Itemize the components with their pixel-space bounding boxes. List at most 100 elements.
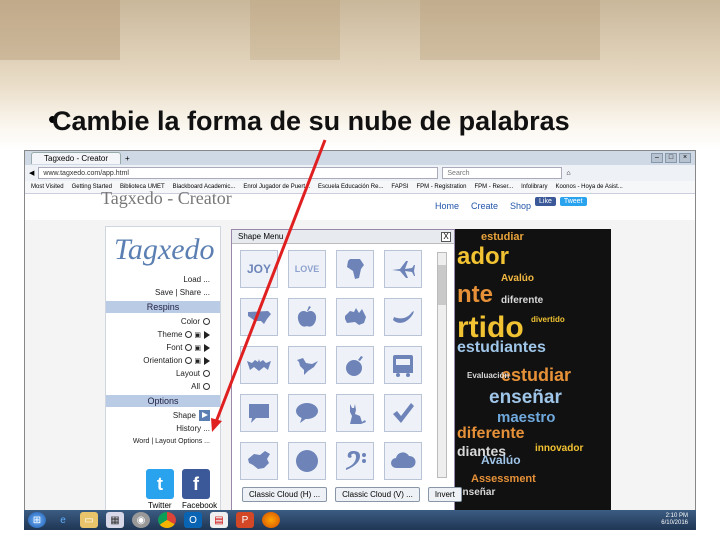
close-window-button[interactable]: × <box>679 153 691 163</box>
address-bar[interactable]: www.tagxedo.com/app.html <box>38 167 439 179</box>
respin-icon[interactable] <box>203 370 210 378</box>
start-button-icon[interactable]: ⊞ <box>28 512 46 528</box>
classic-cloud-h-button[interactable]: Classic Cloud (H) ... <box>242 487 328 502</box>
internet-explorer-icon[interactable]: e <box>54 512 72 528</box>
apple-icon[interactable] <box>288 298 326 336</box>
bookmark-item[interactable]: Escuela Educación Re... <box>318 184 383 190</box>
chrome-icon[interactable] <box>158 512 176 528</box>
back-icon[interactable]: ◀ <box>29 169 34 177</box>
maximize-button[interactable]: □ <box>665 153 677 163</box>
play-icon[interactable] <box>204 356 210 365</box>
invert-button[interactable]: Invert <box>427 487 462 502</box>
shape-row[interactable]: Shape <box>106 409 220 422</box>
close-icon[interactable]: X <box>441 232 451 242</box>
word-cloud-canvas[interactable]: estudiar ador nte Avalúo diferente rtido estud… <box>231 229 611 514</box>
banana-icon[interactable] <box>384 298 422 336</box>
outlook-icon[interactable]: O <box>184 512 202 528</box>
bat-icon[interactable] <box>240 346 278 384</box>
home-icon[interactable]: ⌂ <box>566 170 570 177</box>
cloud-word: innovador <box>535 443 584 454</box>
layout-row[interactable]: Layout <box>106 367 220 380</box>
save-share-link[interactable]: Save | Share ... <box>106 286 220 299</box>
powerpoint-icon[interactable]: P <box>236 512 254 528</box>
shape-joy[interactable]: JOY <box>240 250 278 288</box>
circle-icon[interactable] <box>288 442 326 480</box>
bass-clef-icon[interactable] <box>336 442 374 480</box>
slide-title: Cambie la forma de su nube de palabras <box>52 106 570 136</box>
bookmark-item[interactable]: Infolibrary <box>521 184 547 190</box>
china-icon[interactable] <box>240 442 278 480</box>
word-layout-options-link[interactable]: Word | Layout Options ... <box>106 435 220 448</box>
shape-menu-scrollbar[interactable] <box>437 252 447 478</box>
nav-create[interactable]: Create <box>471 201 498 211</box>
pdf-icon[interactable]: ▤ <box>210 512 228 528</box>
new-tab-button[interactable]: + <box>125 154 130 163</box>
australia-icon[interactable] <box>336 298 374 336</box>
cloud-word: Avalúo <box>481 453 521 467</box>
speech-bubble-icon[interactable] <box>240 394 278 432</box>
bookmark-item[interactable]: FPM - Registration <box>416 184 466 190</box>
respin-icon[interactable] <box>203 383 210 391</box>
bird-icon[interactable] <box>288 346 326 384</box>
like-button[interactable]: Like <box>535 197 556 206</box>
tweet-button[interactable]: Tweet <box>559 197 587 206</box>
search-input[interactable]: Search <box>442 167 563 179</box>
social-buttons: Like Tweet <box>535 197 587 206</box>
cloud-icon[interactable] <box>384 442 422 480</box>
cloud-word: diferente <box>501 295 544 306</box>
system-clock[interactable]: 2:10 PM 6/10/2016 <box>661 513 696 527</box>
orientation-row[interactable]: Orientation ▣ <box>106 354 220 367</box>
minimize-button[interactable]: – <box>651 153 663 163</box>
bookmark-item[interactable]: Enrol Jugador de Puert... <box>243 184 310 190</box>
load-link[interactable]: Load ... <box>106 273 220 286</box>
bomb-icon[interactable] <box>336 346 374 384</box>
bookmark-item[interactable]: Most Visited <box>31 184 64 190</box>
shape-menu-actions: Classic Cloud (H) ... Classic Cloud (V) … <box>242 487 462 502</box>
cat-icon[interactable] <box>336 394 374 432</box>
cloud-word: estudiar <box>481 231 524 243</box>
app-icon[interactable]: ▦ <box>106 512 124 528</box>
play-icon[interactable] <box>204 343 210 352</box>
speech-bubble-2-icon[interactable] <box>288 394 326 432</box>
nav-home[interactable]: Home <box>435 201 459 211</box>
background-shelf <box>250 0 340 60</box>
lock-icon[interactable]: ▣ <box>192 358 201 365</box>
usa-icon[interactable] <box>240 298 278 336</box>
africa-icon[interactable] <box>336 250 374 288</box>
nav-shop[interactable]: Shop <box>510 201 531 211</box>
media-icon[interactable]: ◉ <box>132 512 150 528</box>
twitter-bird-icon[interactable]: t <box>146 469 174 499</box>
lock-icon[interactable]: ▣ <box>192 345 201 352</box>
classic-cloud-v-button[interactable]: Classic Cloud (V) ... <box>335 487 420 502</box>
cloud-word: diferente <box>457 425 525 442</box>
color-row[interactable]: Color <box>106 315 220 328</box>
site-header: Tagxedo - Creator Home Create Shop Like … <box>25 188 695 220</box>
play-icon[interactable] <box>204 330 210 339</box>
firefox-icon[interactable] <box>262 512 280 528</box>
cloud-word: enseñar <box>457 487 496 498</box>
lock-icon[interactable]: ▣ <box>192 332 201 339</box>
scroll-thumb[interactable] <box>438 265 446 305</box>
file-explorer-icon[interactable]: ▭ <box>80 512 98 528</box>
bookmark-item[interactable]: Koonos - Hoya de Asist... <box>555 184 622 190</box>
site-logo[interactable]: Tagxedo - Creator <box>101 188 232 209</box>
shape-menu-dialog: Shape Menu X JOY LOVE Classic Cloud (H) … <box>231 229 462 513</box>
shape-love[interactable]: LOVE <box>288 250 326 288</box>
checkmark-icon[interactable] <box>384 394 422 432</box>
tagxedo-logo: Tagxedo <box>114 233 215 266</box>
theme-row[interactable]: Theme ▣ <box>106 328 220 341</box>
bookmark-item[interactable]: FAPSI <box>391 184 408 190</box>
bus-icon[interactable] <box>384 346 422 384</box>
font-row[interactable]: Font ▣ <box>106 341 220 354</box>
browser-screenshot: Tagxedo - Creator + – □ × ◀ www.tagxedo.… <box>24 150 696 530</box>
browser-tab[interactable]: Tagxedo - Creator <box>31 152 122 164</box>
respin-icon[interactable] <box>203 318 210 326</box>
airplane-icon[interactable] <box>384 250 422 288</box>
history-link[interactable]: History ... <box>106 422 220 435</box>
background-shelf <box>420 0 600 60</box>
bookmark-item[interactable]: FPM - Reser... <box>474 184 513 190</box>
shape-play-icon[interactable] <box>199 410 210 422</box>
facebook-icon[interactable]: f <box>182 469 210 499</box>
tagxedo-page: Tagxedo - Creator Home Create Shop Like … <box>25 188 695 514</box>
all-row[interactable]: All <box>106 380 220 393</box>
